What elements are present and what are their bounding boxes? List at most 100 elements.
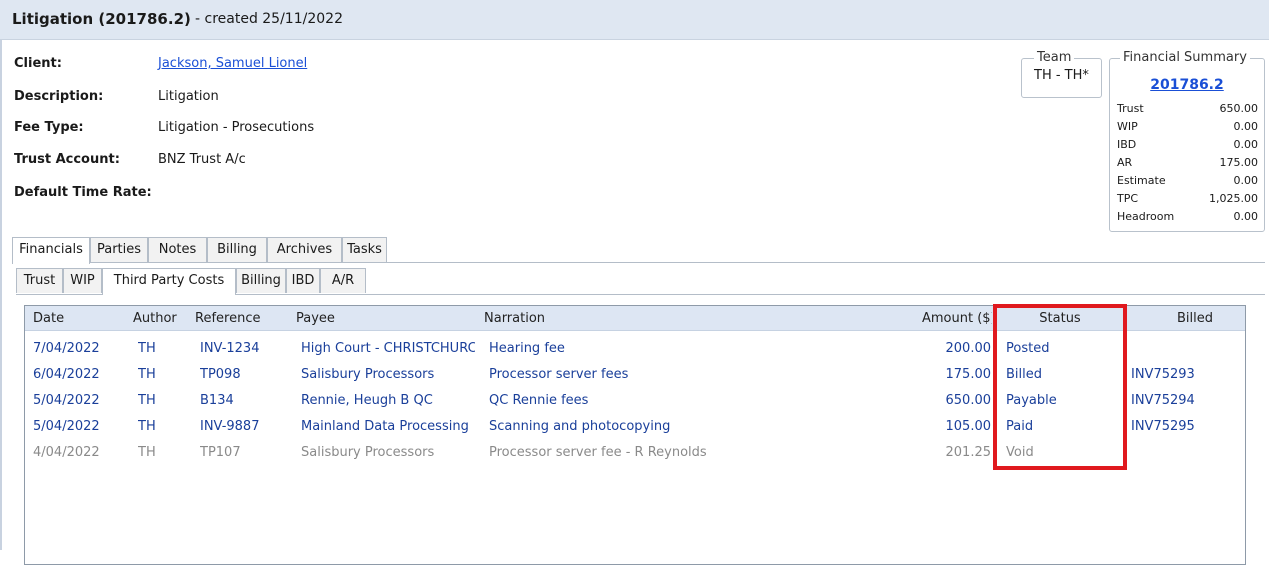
financial-summary-group: Financial Summary 201786.2 Trust 650.00 … — [1109, 50, 1265, 232]
cell-date: 5/04/2022 — [33, 393, 100, 408]
summary-row-ar: AR 175.00 — [1117, 155, 1258, 170]
financial-summary-legend: Financial Summary — [1120, 50, 1250, 65]
tab-financials[interactable]: Financials — [12, 237, 90, 264]
subtab-wip[interactable]: WIP — [63, 268, 102, 293]
summary-value: 0.00 — [1233, 120, 1259, 133]
cell-amount: 650.00 — [945, 393, 992, 408]
tab-archives[interactable]: Archives — [267, 237, 342, 262]
table-row[interactable]: 5/04/2022 TH INV-9887 Mainland Data Proc… — [25, 414, 1245, 440]
summary-label: Estimate — [1117, 174, 1166, 187]
table-row[interactable]: 7/04/2022 TH INV-1234 High Court - CHRIS… — [25, 336, 1245, 362]
summary-value: 1,025.00 — [1209, 192, 1258, 205]
cell-date: 7/04/2022 — [33, 341, 100, 356]
fee-type-value: Litigation - Prosecutions — [158, 120, 315, 135]
cell-narration: Processor server fees — [489, 367, 629, 382]
cell-payee: Salisbury Processors — [301, 445, 435, 460]
tab-notes[interactable]: Notes — [148, 237, 207, 262]
cell-status: Posted — [1006, 341, 1050, 356]
cell-payee: Mainland Data Processing — [301, 419, 469, 434]
tab-parties[interactable]: Parties — [90, 237, 148, 262]
financial-summary-matter-link[interactable]: 201786.2 — [1110, 77, 1264, 93]
summary-label: AR — [1117, 156, 1133, 169]
cell-amount: 200.00 — [945, 341, 992, 356]
summary-value: 0.00 — [1233, 174, 1259, 187]
team-group: Team TH - TH* — [1021, 50, 1102, 98]
cell-status: Void — [1006, 445, 1034, 460]
summary-row-wip: WIP 0.00 — [1117, 119, 1258, 134]
column-header-date[interactable]: Date — [33, 311, 64, 326]
subtab-ar[interactable]: A/R — [320, 268, 366, 293]
cell-narration: Scanning and photocopying — [489, 419, 671, 434]
summary-label: Headroom — [1117, 210, 1175, 223]
cell-reference: TP107 — [200, 445, 241, 460]
client-link[interactable]: Jackson, Samuel Lionel — [158, 56, 307, 71]
grid-header: Date Author Reference Payee Narration Am… — [25, 306, 1245, 331]
summary-value: 650.00 — [1219, 102, 1259, 115]
subtab-billing[interactable]: Billing — [236, 268, 286, 293]
cell-amount: 175.00 — [945, 367, 992, 382]
summary-row-trust: Trust 650.00 — [1117, 101, 1258, 116]
summary-value: 175.00 — [1219, 156, 1259, 169]
cell-status: Billed — [1006, 367, 1043, 382]
summary-label: Trust — [1117, 102, 1144, 115]
column-header-status[interactable]: Status — [1015, 311, 1105, 326]
description-value: Litigation — [158, 89, 219, 104]
column-header-narration[interactable]: Narration — [484, 311, 545, 326]
description-label: Description: — [14, 89, 104, 104]
matter-title: Litigation (201786.2) — [12, 10, 191, 28]
table-row[interactable]: 6/04/2022 TH TP098 Salisbury Processors … — [25, 362, 1245, 388]
column-header-author[interactable]: Author — [133, 311, 177, 326]
subtab-trust[interactable]: Trust — [16, 268, 63, 293]
table-row[interactable]: 4/04/2022 TH TP107 Salisbury Processors … — [25, 440, 1245, 466]
cell-reference: INV-1234 — [200, 341, 260, 356]
team-legend: Team — [1034, 50, 1075, 65]
cell-author: TH — [138, 445, 156, 460]
column-header-reference[interactable]: Reference — [195, 311, 260, 326]
cell-billed: INV75293 — [1131, 367, 1195, 382]
cell-reference: TP098 — [200, 367, 241, 382]
cell-author: TH — [138, 393, 156, 408]
summary-row-estimate: Estimate 0.00 — [1117, 173, 1258, 188]
summary-label: IBD — [1117, 138, 1137, 151]
summary-label: TPC — [1117, 192, 1139, 205]
subtab-third-party-costs[interactable]: Third Party Costs — [102, 268, 236, 295]
summary-value: 0.00 — [1233, 210, 1259, 223]
third-party-costs-grid[interactable]: Date Author Reference Payee Narration Am… — [24, 305, 1246, 565]
tab-tasks[interactable]: Tasks — [342, 237, 387, 262]
cell-author: TH — [138, 367, 156, 382]
summary-row-tpc: TPC 1,025.00 — [1117, 191, 1258, 206]
cell-billed: INV75294 — [1131, 393, 1195, 408]
summary-row-headroom: Headroom 0.00 — [1117, 209, 1258, 224]
team-value: TH - TH* — [1034, 68, 1089, 83]
trust-account-value: BNZ Trust A/c — [158, 152, 246, 167]
summary-label: WIP — [1117, 120, 1138, 133]
title-bar: Litigation (201786.2) - created 25/11/20… — [0, 0, 1269, 40]
cell-amount: 201.25 — [945, 445, 992, 460]
cell-reference: INV-9887 — [200, 419, 260, 434]
cell-payee: Salisbury Processors — [301, 367, 435, 382]
window-edge — [0, 40, 2, 550]
column-header-payee[interactable]: Payee — [296, 311, 335, 326]
summary-value: 0.00 — [1233, 138, 1259, 151]
cell-status: Paid — [1006, 419, 1034, 434]
tab-billing[interactable]: Billing — [207, 237, 267, 262]
cell-date: 5/04/2022 — [33, 419, 100, 434]
client-label: Client: — [14, 56, 62, 71]
table-row[interactable]: 5/04/2022 TH B134 Rennie, Heugh B QC QC … — [25, 388, 1245, 414]
fee-type-label: Fee Type: — [14, 120, 84, 135]
subtab-ibd[interactable]: IBD — [286, 268, 320, 293]
cell-narration: Hearing fee — [489, 341, 565, 356]
cell-billed: INV75295 — [1131, 419, 1195, 434]
cell-author: TH — [138, 341, 156, 356]
cell-payee: High Court - CHRISTCHURCH — [301, 341, 475, 356]
cell-status: Payable — [1006, 393, 1057, 408]
cell-date: 6/04/2022 — [33, 367, 100, 382]
created-date: - created 25/11/2022 — [195, 11, 343, 27]
cell-payee: Rennie, Heugh B QC — [301, 393, 433, 408]
main-tab-divider — [12, 262, 1265, 263]
column-header-amount[interactable]: Amount ($) — [922, 311, 992, 326]
column-header-billed[interactable]: Billed — [1155, 311, 1235, 326]
cell-amount: 105.00 — [945, 419, 992, 434]
summary-row-ibd: IBD 0.00 — [1117, 137, 1258, 152]
default-time-rate-label: Default Time Rate: — [14, 185, 152, 200]
